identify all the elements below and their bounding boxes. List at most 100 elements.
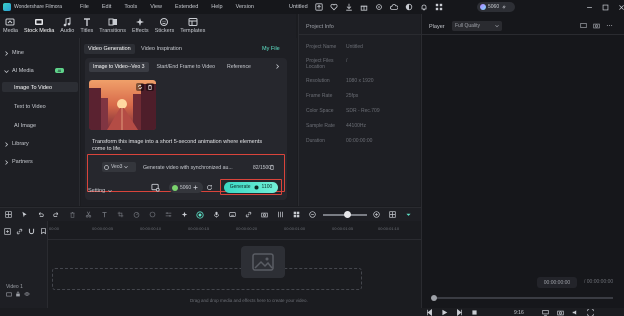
zoom-slider-handle[interactable] [344,211,351,218]
link-icon[interactable] [244,211,252,219]
mixer-icon[interactable] [276,211,284,219]
image-settings-icon[interactable] [151,183,160,192]
sidebar-item-text-to-video[interactable]: Text to Video [14,104,46,110]
display-icon[interactable] [542,309,549,316]
bell-icon[interactable] [419,2,428,11]
tab-reference[interactable]: Reference [223,62,255,72]
sidebar-item-ai-media[interactable]: AI Media [4,68,34,74]
next-frame-icon[interactable] [456,309,463,316]
tool-templates[interactable]: Templates [180,14,205,34]
tool-stock-media[interactable]: Stock Media [24,14,54,34]
quality-dropdown[interactable]: Full Quality [452,21,502,31]
current-time[interactable]: 00:00:00:00 [537,277,577,288]
lock-icon[interactable] [15,291,21,297]
generate-audio-option[interactable]: Generate video with synchronized au... [143,165,235,171]
marker-icon[interactable] [40,228,47,235]
more-options-icon[interactable] [404,210,412,218]
volume-icon[interactable] [572,309,579,316]
tool-media[interactable]: Media [3,14,18,34]
color-icon[interactable] [148,211,156,219]
crop-icon[interactable] [116,211,124,219]
aspect-ratio[interactable]: 9:16 [514,310,524,316]
sidebar-item-image-to-video[interactable]: Image To Video [14,85,52,91]
menu-help[interactable]: Help [211,4,222,10]
sidebar-item-library[interactable]: Library [4,141,29,147]
previous-frame-icon[interactable] [426,309,433,316]
add-track-icon[interactable] [4,228,11,235]
layout-icon[interactable] [388,210,396,218]
media-drop-zone[interactable] [52,268,362,290]
menu-tools[interactable]: Tools [124,4,137,10]
theme-icon[interactable] [404,2,413,11]
menu-view[interactable]: View [150,4,162,10]
ai-tools-icon[interactable] [180,211,188,219]
menu-edit[interactable]: Edit [102,4,111,10]
zoom-in-icon[interactable] [372,210,380,218]
adjust-icon[interactable] [164,211,172,219]
subtitle-icon[interactable] [228,211,236,219]
select-icon[interactable] [20,211,28,219]
fullscreen-icon[interactable] [587,309,594,316]
mic-icon[interactable] [212,211,220,219]
sidebar-item-partners[interactable]: Partners [4,159,33,165]
tab-start-end-frame[interactable]: Start/End Frame to Video [153,62,219,72]
link-icon[interactable] [16,228,23,235]
my-file-link[interactable]: My File [262,46,280,52]
scrubber-handle[interactable] [431,295,437,301]
snapshot-icon[interactable] [260,211,268,219]
setting-dropdown[interactable]: Setting [88,188,112,194]
download-icon[interactable] [344,2,353,11]
zoom-out-icon[interactable] [308,211,316,219]
minimize-icon[interactable] [585,3,593,11]
undo-icon[interactable] [36,211,44,219]
grid-layout-icon[interactable] [292,211,300,219]
tab-video-generation[interactable]: Video Generation [84,44,135,54]
tab-video-inspiration[interactable]: Video Inspiration [141,46,182,52]
split-icon[interactable] [84,211,92,219]
tool-effects[interactable]: Effects [132,14,149,34]
export-icon[interactable] [314,2,323,11]
chevron-right-icon[interactable] [275,64,280,69]
maximize-icon[interactable] [601,3,609,11]
grid-icon[interactable] [4,211,12,219]
tool-titles[interactable]: Titles [80,14,93,34]
camera-icon[interactable] [6,291,12,297]
menu-extended[interactable]: Extended [175,4,198,10]
magnet-icon[interactable] [28,228,35,235]
settings-icon[interactable] [374,2,383,11]
tool-transitions[interactable]: Transitions [99,14,126,34]
menu-version[interactable]: Version [236,4,254,10]
prompt-textarea[interactable]: Transform this image into a short 5-seco… [92,139,270,153]
tool-stickers[interactable]: Stickers [155,14,174,34]
model-selector[interactable]: Veo3 [102,162,136,172]
delete-icon[interactable] [68,211,76,219]
speed-icon[interactable] [132,211,140,219]
trash-icon[interactable] [269,164,275,170]
cloud-icon[interactable] [389,2,398,11]
tool-audio[interactable]: Audio [60,14,74,34]
credits-pill[interactable]: 5060 [477,2,515,12]
image-icon[interactable] [580,22,587,29]
delete-icon[interactable] [146,83,154,91]
menu-file[interactable]: File [80,4,89,10]
replace-image-icon[interactable] [136,83,144,91]
gift-icon[interactable] [359,2,368,11]
credit-balance-chip[interactable]: 5060 [169,182,203,193]
camera-icon[interactable] [557,309,564,316]
stop-icon[interactable] [471,309,478,316]
generate-button[interactable]: Generate 1100 [224,181,278,193]
eye-icon[interactable] [24,291,30,297]
more-icon[interactable] [606,22,613,29]
sidebar-item-mine[interactable]: Mine [4,50,24,56]
playback-scrubber[interactable] [433,297,613,299]
play-icon[interactable] [441,309,448,316]
snapshot-icon[interactable] [593,22,600,29]
close-icon[interactable] [617,3,624,11]
record-icon[interactable] [196,210,204,219]
text-icon[interactable] [100,211,108,219]
refresh-icon[interactable] [206,184,213,191]
heart-icon[interactable] [329,2,338,11]
redo-icon[interactable] [52,211,60,219]
sidebar-item-ai-image[interactable]: AI Image [14,123,36,129]
tab-image-to-video[interactable]: Image to Video--Veo 3 [89,62,149,72]
